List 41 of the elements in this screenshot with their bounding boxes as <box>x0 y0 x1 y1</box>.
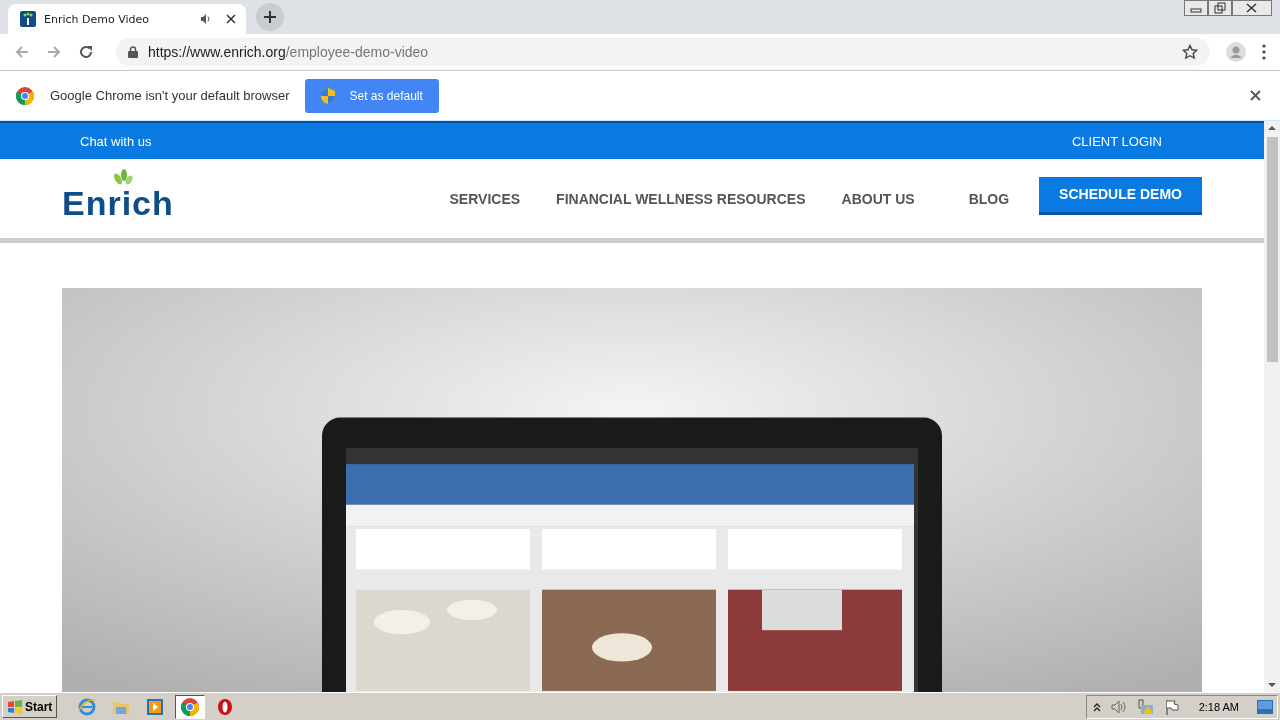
restore-icon[interactable] <box>1208 0 1232 16</box>
chat-link[interactable]: Chat with us <box>80 133 152 149</box>
favicon-icon <box>20 11 36 27</box>
star-icon[interactable] <box>1182 44 1198 60</box>
taskbar-app[interactable] <box>175 694 206 719</box>
start-button[interactable]: Start <box>2 695 58 718</box>
lock-icon <box>128 46 138 58</box>
infobar-message: Google Chrome isn't your default browser <box>50 88 290 103</box>
scrollbar-thumb[interactable] <box>1266 137 1278 362</box>
menu-icon[interactable] <box>1262 44 1266 60</box>
opera-icon <box>217 697 234 716</box>
flag-icon[interactable] <box>1164 698 1181 715</box>
address-bar[interactable]: https://www.enrich.org/employee-demo-video <box>116 38 1210 66</box>
close-icon[interactable] <box>1232 0 1272 16</box>
nav-link[interactable]: SERVICES <box>449 190 521 207</box>
set-default-button[interactable]: Set as default <box>305 78 439 113</box>
client-login-link[interactable]: CLIENT LOGIN <box>1071 133 1162 149</box>
chevron-up-icon[interactable] <box>1092 701 1101 712</box>
windows-logo-icon <box>7 699 23 714</box>
shield-icon <box>321 87 336 104</box>
tab-title: Enrich Demo Video <box>44 12 150 26</box>
browser-tab[interactable]: Enrich Demo Video <box>8 4 246 34</box>
close-icon[interactable] <box>226 14 236 24</box>
nav-link[interactable]: ABOUT US <box>841 190 915 207</box>
close-icon[interactable] <box>1250 90 1261 101</box>
nav-link[interactable]: BLOG <box>968 190 1010 207</box>
minimize-icon[interactable] <box>1184 0 1208 16</box>
globe-icon <box>78 697 97 716</box>
play-icon <box>146 697 165 716</box>
show-desktop-icon[interactable] <box>1257 699 1273 714</box>
schedule-demo-button[interactable]: SCHEDULE DEMO <box>1039 176 1202 215</box>
speaker-icon[interactable] <box>1110 699 1127 714</box>
new-tab-icon[interactable] <box>256 3 284 31</box>
chrome-icon <box>16 86 34 105</box>
speaker-icon[interactable] <box>200 13 212 25</box>
logo-text: Enrich <box>62 184 174 222</box>
chrome-icon <box>181 697 200 716</box>
reload-icon[interactable] <box>78 44 94 60</box>
nav-link[interactable]: FINANCIAL WELLNESS RESOURCES <box>556 190 806 207</box>
avatar-icon[interactable] <box>1226 42 1246 62</box>
clock[interactable]: 2:18 AM <box>1198 700 1239 713</box>
